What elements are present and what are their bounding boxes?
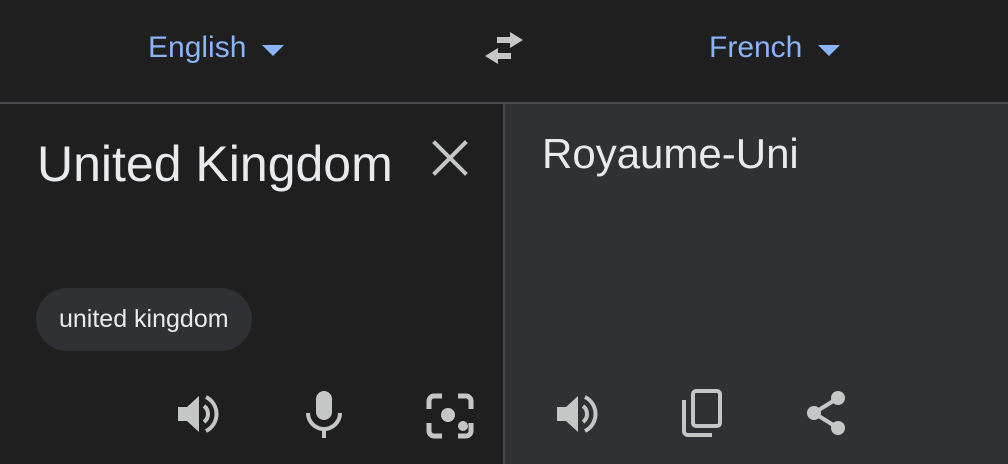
share-icon <box>807 391 845 435</box>
target-panel: Royaume-Uni <box>505 104 1008 464</box>
close-icon <box>432 140 468 176</box>
translated-text: Royaume-Uni <box>542 130 799 177</box>
dropdown-caret-icon <box>818 44 841 56</box>
source-panel: United Kingdom united kingdom <box>0 104 503 464</box>
speaker-icon <box>557 395 598 433</box>
camera-icon <box>426 393 474 439</box>
camera-input-button[interactable] <box>422 388 478 444</box>
listen-translation-button[interactable] <box>549 386 605 442</box>
swap-languages-icon <box>485 32 523 64</box>
voice-input-button[interactable] <box>296 386 352 442</box>
listen-source-button[interactable] <box>170 386 226 442</box>
source-language-selector[interactable]: English <box>148 28 285 68</box>
speaker-icon <box>178 395 219 433</box>
copy-icon <box>682 389 722 437</box>
source-language-label: English <box>148 31 247 64</box>
target-language-label: French <box>709 31 803 64</box>
clear-text-button[interactable] <box>424 132 476 184</box>
dropdown-caret-icon <box>262 44 285 56</box>
suggestion-chip[interactable]: united kingdom <box>36 288 252 351</box>
copy-translation-button[interactable] <box>673 385 729 441</box>
source-text-input[interactable]: United Kingdom <box>37 128 407 201</box>
language-bar: English French <box>0 0 1008 104</box>
target-language-selector[interactable]: French <box>709 28 841 68</box>
microphone-icon <box>306 391 342 438</box>
swap-languages-button[interactable] <box>478 24 530 72</box>
translate-app: English French United Kingdom united kin… <box>0 0 1008 464</box>
share-translation-button[interactable] <box>798 385 854 441</box>
